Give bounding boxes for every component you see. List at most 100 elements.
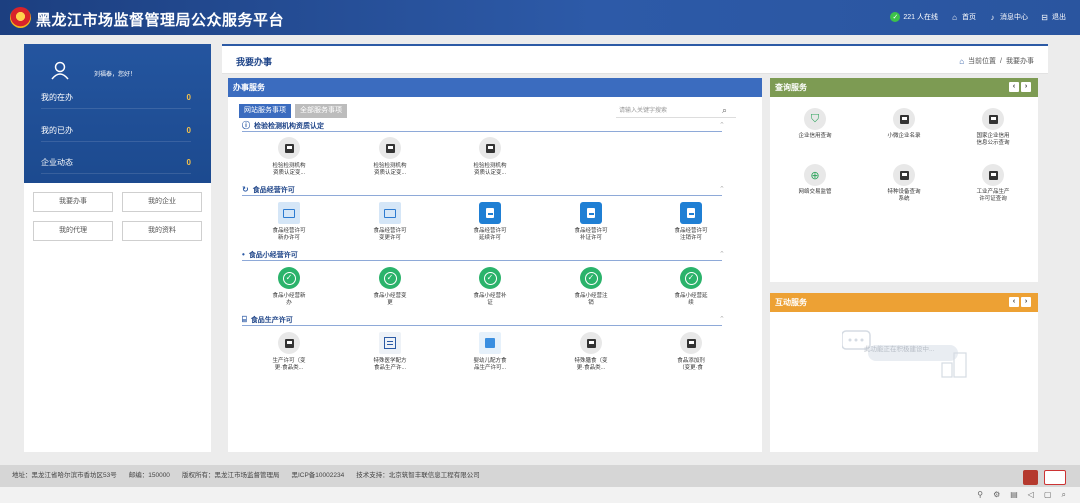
site-title: 黑龙江市场监督管理局公众服务平台 [36,12,285,29]
search-icon[interactable]: ⌕ [722,105,727,116]
gov-logo-icon[interactable] [1044,470,1066,485]
search-icon[interactable]: ⌕ [1062,490,1066,500]
sidebar: 刘福泰，您好！ 我的在办 0 我的已办 0 企业动态 0 我要办事 我的企业 我的代理… [24,44,211,452]
service-tile[interactable]: 食品添加剂 （变更·食 [661,332,721,372]
my-tasks-button[interactable]: 我要办事 [33,192,113,212]
service-tile[interactable]: 特殊膳食（变 更·食品类... [561,332,621,372]
home-link[interactable]: ⌂ 首页 [950,12,976,22]
service-tile[interactable]: ✓ 食品小经营补证 [460,267,520,307]
query-panel-header: 查询服务 ‹ › [770,78,1038,97]
party-emblem-icon[interactable] [1023,470,1038,485]
home-icon: ⌂ [959,56,965,66]
document-icon [893,108,915,130]
query-tile[interactable]: 工业产品生产 许可证查询 [958,164,1028,203]
user-avatar-icon [51,61,69,80]
query-tile[interactable]: ⛉ 企业信用查询 [780,108,850,140]
chevron-right-icon[interactable]: › [1021,82,1031,92]
network-icon[interactable]: ⚲ [977,490,983,500]
query-panel: 查询服务 ‹ › ⛉ 企业信用查询 小微企业名录 国家企业信用 信息公示查询 ⊕ 网络交… [770,78,1038,282]
service-tile[interactable]: 特殊医学配方 食品生产许... [360,332,420,372]
system-tray [0,487,1080,503]
globe-icon: ⊕ [804,164,826,186]
document-icon [278,332,300,354]
service-tile[interactable]: 检验检测机构 资质认定变... [259,137,319,177]
document-icon [379,137,401,159]
info-icon: ⓘ [242,121,250,130]
chevron-left-icon[interactable]: ‹ [1009,297,1019,307]
query-tile[interactable]: 特种设备查询 系统 [869,164,939,203]
service-tile[interactable]: ✓ 食品小经营注销 [561,267,621,307]
service-tile[interactable]: 婴幼儿配方食 品生产许可... [460,332,520,372]
interact-panel-header: 互动服务 ‹ › [770,293,1038,312]
license-card-icon [379,202,401,224]
document-icon [893,164,915,186]
dot-icon: • [242,250,245,259]
query-tile[interactable]: 国家企业信用 信息公示查询 [958,108,1028,147]
service-tile[interactable]: 食品经营许可 注销许可 [661,202,721,242]
service-tile[interactable]: 食品经营许可 变更许可 [360,202,420,242]
service-panel-title: 办事服务 [228,78,762,97]
settings-icon[interactable]: ⚙ [993,490,1000,500]
service-tile[interactable]: ✓ 食品小经营变更 [360,267,420,307]
service-tile[interactable]: ✓ 食品小经营延续 [661,267,721,307]
stat-in-progress[interactable]: 我的在办 0 [41,87,191,109]
clipboard-icon[interactable]: ▤ [1010,490,1018,500]
breadcrumb-page: 我要办事 [1006,58,1034,65]
stat-company-news[interactable]: 企业动态 0 [41,152,191,174]
my-agent-button[interactable]: 我的代理 [33,221,113,241]
chevron-up-icon[interactable]: ⌃ [719,250,725,258]
national-emblem-icon [10,7,31,28]
tab-website-services[interactable]: 网站服务事项 [239,104,291,118]
query-tile[interactable]: 小微企业名录 [869,108,939,140]
chevron-up-icon[interactable]: ⌃ [719,185,725,193]
tab-all-services[interactable]: 全部服务事项 [295,104,347,118]
footer: 地址：黑龙江省哈尔滨市香坊区53号 邮编：150000 版权所有：黑龙江市场监督… [0,465,1080,487]
stat-completed[interactable]: 我的已办 0 [41,120,191,142]
online-count: ✓ 221 人在线 [890,12,938,22]
document-icon [278,137,300,159]
query-tile[interactable]: ⊕ 网络交易监管 [780,164,850,196]
top-bar: 黑龙江市场监督管理局公众服务平台 ✓ 221 人在线 ⌂ 首页 ♪ 消息中心 ⊟ 退出 [0,0,1080,35]
search-input[interactable]: 请输入关键字搜索 [616,104,736,118]
logout-icon: ⊟ [1041,12,1048,22]
breadcrumb: ⌂ 当前位置 / 我要办事 [959,56,1034,66]
chevron-up-icon[interactable]: ⌃ [719,315,725,323]
service-tile[interactable]: 食品经营许可 延续许可 [460,202,520,242]
page-title: 我要办事 [236,57,273,67]
chevron-right-icon[interactable]: › [1021,297,1031,307]
user-greeting: 刘福泰，您好！ [94,72,137,78]
document-icon [580,332,602,354]
check-circle-icon: ✓ [479,267,501,289]
check-circle-icon: ✓ [379,267,401,289]
my-profile-button[interactable]: 我的资料 [122,221,202,241]
page-header: 我要办事 ⌂ 当前位置 / 我要办事 [222,44,1048,74]
chevron-left-icon[interactable]: ‹ [1009,82,1019,92]
document-icon [680,332,702,354]
refresh-icon: ↻ [242,185,249,194]
my-company-button[interactable]: 我的企业 [122,192,202,212]
document-icon [580,202,602,224]
volume-icon[interactable]: ◁ [1028,490,1034,500]
window-icon[interactable]: ▢ [1044,490,1052,500]
message-center-link[interactable]: ♪ 消息中心 [988,12,1029,22]
service-tile[interactable]: ✓ 食品小经营新办 [259,267,319,307]
service-tile[interactable]: 检验检测机构 资质认定变... [460,137,520,177]
interact-panel: 互动服务 ‹ › 此功能正在积极建设中... [770,293,1038,452]
license-card-icon [278,202,300,224]
service-tile[interactable]: 食品经营许可 补证许可 [561,202,621,242]
factory-icon: ⌸ [242,314,247,324]
check-icon: ✓ [890,12,901,22]
service-tile[interactable]: 食品经营许可 新办许可 [259,202,319,242]
breadcrumb-current[interactable]: 当前位置 [968,56,996,66]
chevron-up-icon[interactable]: ⌃ [719,121,725,129]
logout-link[interactable]: ⊟ 退出 [1040,12,1066,22]
service-tile[interactable]: 检验检测机构 资质认定变... [360,137,420,177]
service-panel: 办事服务 网站服务事项 全部服务事项 请输入关键字搜索 ⌕ ⓘ 检验检测机构资质认… [228,78,762,452]
service-tile[interactable]: 生产许可（变 更·食品类... [259,332,319,372]
form-list-icon [379,332,401,354]
document-icon [982,164,1004,186]
section-food-production-license: ⌸ 食品生产许可 [242,314,722,326]
section-small-food-business-license: • 食品小经营许可 [242,249,722,261]
document-icon [680,202,702,224]
document-icon [982,108,1004,130]
